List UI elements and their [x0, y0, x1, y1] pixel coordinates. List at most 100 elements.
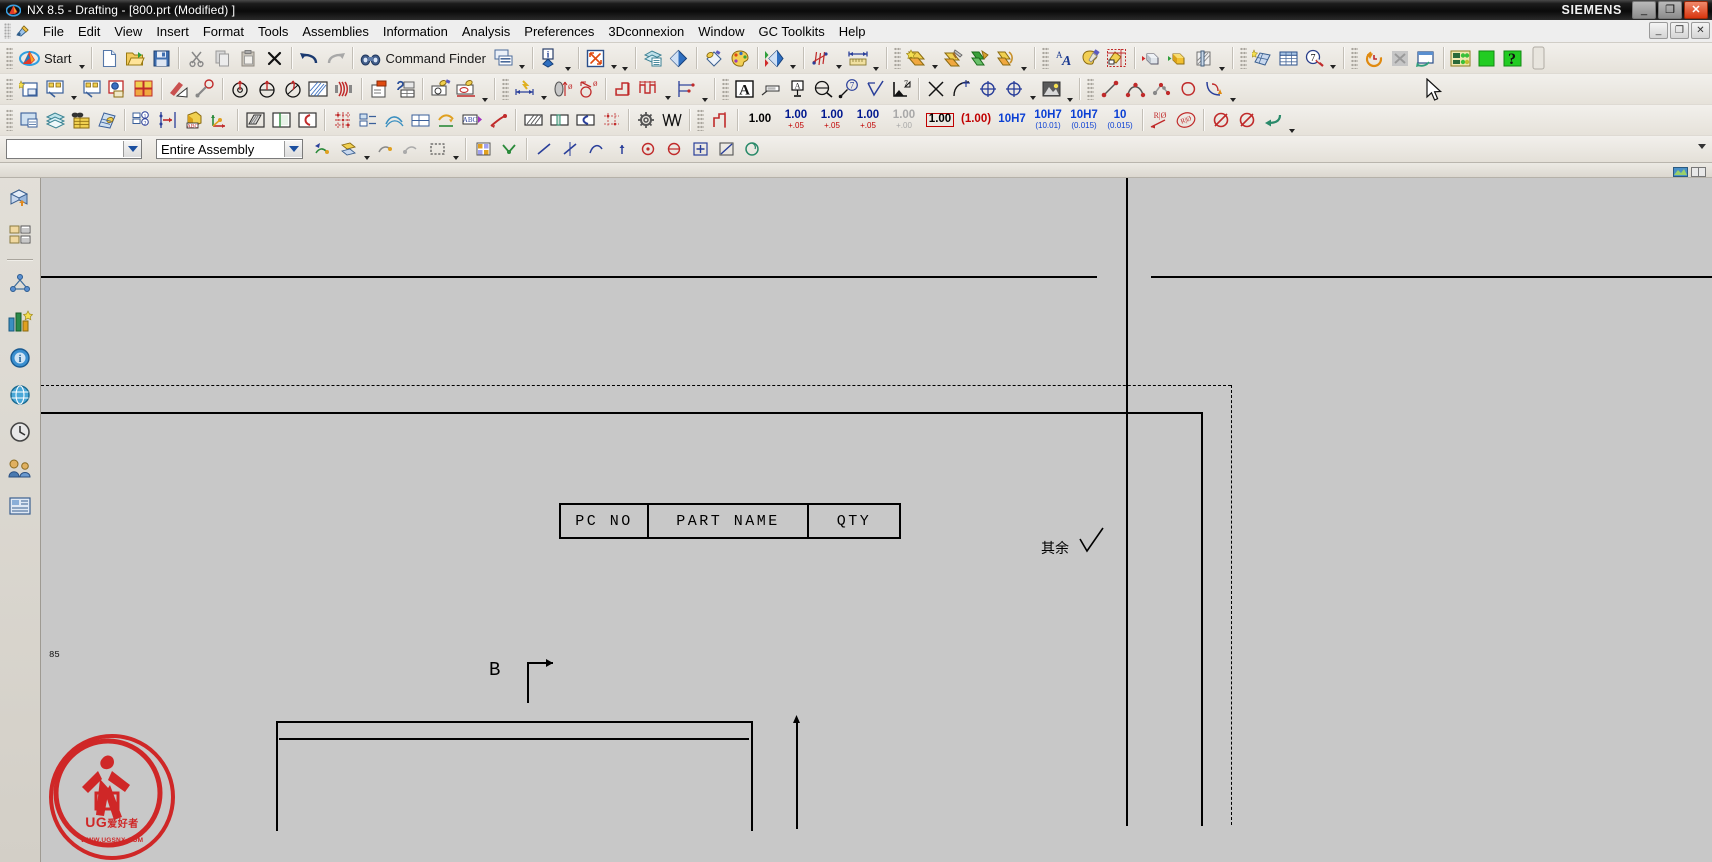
menu-preferences[interactable]: Preferences — [517, 22, 601, 41]
shade-render-icon[interactable] — [701, 45, 727, 71]
pattern-icon[interactable] — [1165, 45, 1191, 71]
deviation-analysis-icon[interactable] — [808, 45, 834, 71]
help-question-icon[interactable]: ? — [1500, 45, 1526, 71]
menu-analysis[interactable]: Analysis — [455, 22, 517, 41]
intersection-point-icon[interactable] — [557, 136, 583, 162]
gear-settings-icon[interactable] — [633, 107, 659, 133]
open-folder-icon[interactable] — [122, 45, 148, 71]
diameter-empty-icon[interactable] — [1234, 107, 1260, 133]
window-split-icon[interactable] — [1691, 165, 1706, 177]
center-target-icon[interactable] — [1001, 76, 1027, 102]
parts-list-table[interactable]: PC NO PART NAME QTY — [559, 503, 901, 539]
projected-view-icon[interactable] — [42, 76, 68, 102]
menu-view[interactable]: View — [107, 22, 149, 41]
menu-help[interactable]: Help — [832, 22, 873, 41]
type-filter-combo[interactable] — [6, 139, 142, 159]
align-items-icon[interactable] — [155, 107, 181, 133]
section-view-icon[interactable] — [105, 76, 131, 102]
curve-analysis-chevron-down-icon[interactable] — [788, 43, 799, 74]
snap-point-icon[interactable] — [470, 136, 496, 162]
help7-chevron-down-icon[interactable] — [1328, 43, 1339, 74]
select-filter-chevron-icon[interactable] — [361, 134, 372, 165]
document-restore-button[interactable]: ❐ — [1670, 22, 1689, 39]
dot-grid-icon[interactable] — [598, 107, 624, 133]
point-on-curve-icon[interactable] — [661, 136, 687, 162]
roles-icon[interactable] — [7, 493, 33, 519]
weld-symbol-icon[interactable]: 7 — [888, 76, 914, 102]
window-restore-icon[interactable] — [1413, 45, 1439, 71]
table-grid-icon[interactable] — [1276, 45, 1302, 71]
toolbar-grip[interactable] — [722, 78, 729, 100]
select-face-icon[interactable] — [335, 136, 361, 162]
center-target-chevron-icon[interactable] — [1027, 74, 1038, 105]
image-insert-icon[interactable] — [1038, 76, 1064, 102]
surface-finish-icon[interactable] — [862, 76, 888, 102]
center-mark-circle-icon[interactable] — [227, 76, 253, 102]
break-line-icon[interactable] — [192, 76, 218, 102]
rectangle-select-icon[interactable] — [424, 136, 450, 162]
line-segment-icon[interactable] — [1097, 76, 1123, 102]
surface-finish-7-icon[interactable]: 7 — [836, 76, 862, 102]
fit-view-more-chevron-icon[interactable] — [620, 45, 631, 71]
toolbar-grip[interactable] — [1239, 47, 1247, 69]
annotation-text-icon[interactable]: AA — [1052, 45, 1078, 71]
menu-window[interactable]: Window — [691, 22, 751, 41]
disabled-x-icon[interactable] — [1387, 45, 1413, 71]
assembly-navigator-icon[interactable] — [7, 185, 33, 211]
part-navigator-icon[interactable] — [7, 222, 33, 248]
fit-view-icon[interactable] — [583, 45, 609, 71]
palette-icon[interactable] — [727, 45, 753, 71]
detail-view-icon[interactable] — [79, 76, 105, 102]
select-feature-icon[interactable] — [372, 136, 398, 162]
type-filter-chevron-down-icon[interactable] — [123, 141, 141, 157]
inferred-dim-chevron-icon[interactable] — [538, 74, 549, 105]
dimension-tolerance-bilateral[interactable]: 1.00 +.05 — [778, 107, 814, 133]
assembly-nav-icon[interactable] — [1448, 45, 1474, 71]
fit-tolerance-10-dev[interactable]: 10 (0.015) — [1102, 107, 1138, 133]
select-rect-chevron-icon[interactable] — [450, 134, 461, 165]
selbar-overflow-chevron-icon[interactable] — [1698, 144, 1706, 149]
crosshatch-area-icon[interactable] — [305, 76, 331, 102]
constraint-navigator-icon[interactable] — [7, 271, 33, 297]
table-cell-icon[interactable] — [407, 107, 433, 133]
offset-center-icon[interactable] — [279, 76, 305, 102]
balloon-label-icon[interactable] — [758, 76, 784, 102]
paste-icon[interactable] — [235, 45, 261, 71]
layer-settings-icon[interactable] — [640, 45, 666, 71]
solid-body-icon[interactable] — [1139, 45, 1165, 71]
menu-3dconnexion[interactable]: 3Dconnexion — [601, 22, 691, 41]
scope-chevron-down-icon[interactable] — [284, 141, 302, 157]
cut-scissors-icon[interactable] — [183, 45, 209, 71]
abc-text-icon[interactable]: ABC — [459, 107, 485, 133]
redo-icon[interactable] — [322, 45, 348, 71]
drawing-sheet-icon[interactable] — [366, 76, 392, 102]
inferred-dimension-icon[interactable] — [512, 76, 538, 102]
cut-section-icon[interactable] — [166, 76, 192, 102]
menu-edit[interactable]: Edit — [71, 22, 107, 41]
datum-axis-icon[interactable] — [207, 107, 233, 133]
fillet-icon[interactable] — [1201, 76, 1227, 102]
fit-tolerance-10h7-value[interactable]: 10H7 (10.01) — [1030, 107, 1066, 133]
polygon-icon[interactable] — [1175, 76, 1201, 102]
snap-line-icon[interactable] — [713, 136, 739, 162]
view-dependent-edit-icon[interactable] — [392, 76, 418, 102]
scope-combo[interactable]: Entire Assembly — [156, 139, 303, 159]
zoom-circle-icon[interactable] — [810, 76, 836, 102]
window-layout-icon[interactable] — [491, 45, 517, 71]
diameter-symbol-icon[interactable] — [1208, 107, 1234, 133]
information-i-icon[interactable]: i — [537, 45, 563, 71]
fit-view-chevron-down-icon[interactable] — [609, 43, 620, 74]
plus-point-icon[interactable] — [687, 136, 713, 162]
drafting-view-icon[interactable] — [1104, 45, 1130, 71]
hole-callout-icon[interactable]: ø — [575, 76, 601, 102]
return-arrow-icon[interactable] — [1260, 107, 1286, 133]
menu-format[interactable]: Format — [196, 22, 251, 41]
history-icon[interactable] — [7, 419, 33, 445]
view-alignment-icon[interactable] — [453, 76, 479, 102]
baseline-chevron-icon[interactable] — [699, 76, 710, 102]
reuse-library-icon[interactable] — [7, 308, 33, 334]
dimension-reference-paren[interactable]: (1.00) — [958, 107, 994, 133]
curve-frame-icon[interactable] — [572, 107, 598, 133]
drawing-save-icon[interactable] — [16, 107, 42, 133]
drawing-canvas[interactable]: PC NO PART NAME QTY 其余 B 85 UG爱好者 WWW.UG… — [41, 163, 1712, 862]
